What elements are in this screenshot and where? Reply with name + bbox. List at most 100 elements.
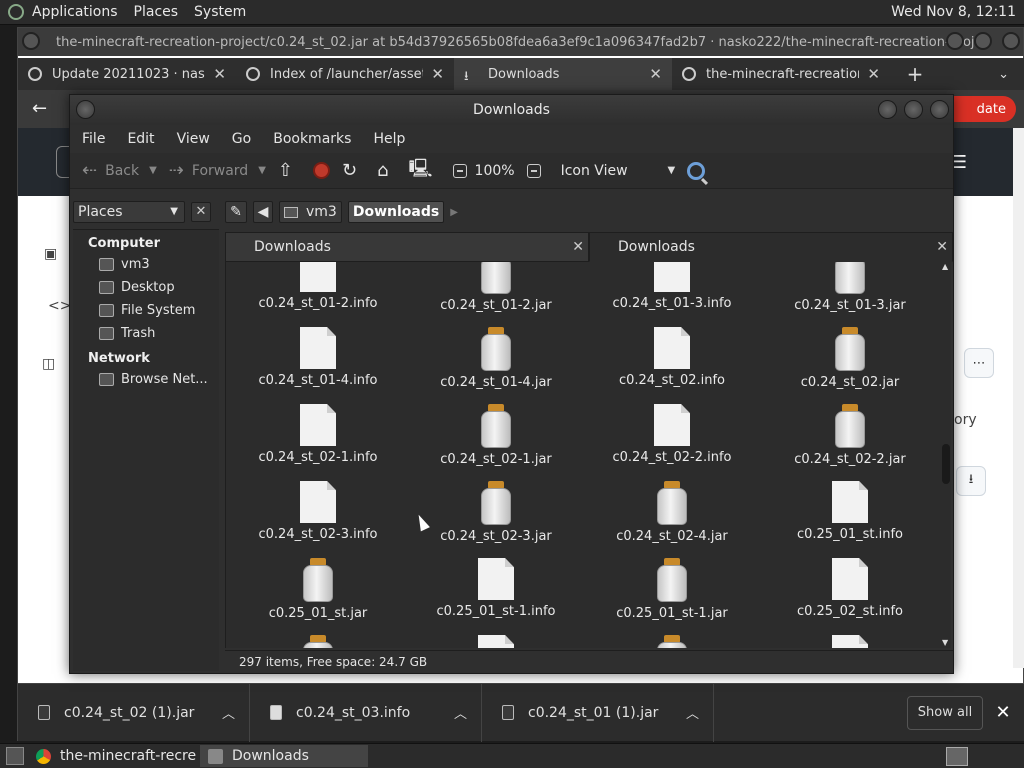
back-arrow-icon[interactable]: ← bbox=[32, 98, 47, 119]
file-item[interactable]: c0.24_st_02-1.info bbox=[229, 404, 407, 465]
close-button[interactable] bbox=[930, 100, 949, 119]
file-item[interactable]: c0.24_st_02-2.info bbox=[583, 404, 761, 465]
path-item-vm3[interactable]: vm3 bbox=[279, 201, 342, 223]
menu-edit[interactable]: Edit bbox=[119, 131, 162, 147]
task-browser[interactable]: the-minecraft-recre... bbox=[28, 745, 196, 767]
file-item[interactable]: c0.24_st_01-3.info bbox=[583, 262, 761, 311]
chevron-down-icon[interactable]: ▼ bbox=[258, 165, 266, 176]
up-button[interactable]: ⇧ bbox=[272, 156, 307, 186]
code-icon[interactable]: <> bbox=[48, 298, 71, 314]
maximize-button[interactable] bbox=[974, 32, 992, 50]
page-scrollbar[interactable] bbox=[1013, 128, 1024, 668]
computer-button[interactable]: 🖳 bbox=[403, 156, 447, 186]
chevron-up-icon[interactable]: ︿ bbox=[454, 703, 467, 722]
file-item[interactable]: c0.25_01_st-1.info bbox=[407, 558, 585, 619]
browser-tab-downloads[interactable]: ⭳ Downloads ✕ bbox=[454, 58, 672, 90]
sidebar-item-vm3[interactable]: vm3 bbox=[73, 253, 219, 276]
sidebar-type-select[interactable]: Places ▼ bbox=[73, 201, 185, 223]
file-item[interactable]: c0.24_st_01-2.info bbox=[229, 262, 407, 311]
edit-location-icon[interactable]: ✎ bbox=[225, 201, 247, 223]
close-button[interactable] bbox=[1002, 32, 1020, 50]
pull-request-icon[interactable]: ◫ bbox=[42, 356, 55, 372]
clock[interactable]: Wed Nov 8, 12:11 bbox=[891, 4, 1024, 20]
tab-close-icon[interactable]: ✕ bbox=[213, 65, 226, 83]
path-left-arrow-icon[interactable]: ◀ bbox=[253, 201, 273, 223]
stop-button[interactable] bbox=[307, 156, 336, 186]
path-item-downloads[interactable]: Downloads bbox=[347, 201, 445, 223]
file-item[interactable]: c0.24_st_01-4.info bbox=[229, 327, 407, 388]
scroll-down-icon[interactable]: ▼ bbox=[942, 638, 948, 647]
tab-close-icon[interactable]: ✕ bbox=[649, 65, 662, 83]
task-downloads[interactable]: Downloads bbox=[200, 745, 368, 767]
file-item[interactable]: c0.24_st_02-1.jar bbox=[407, 404, 585, 467]
menu-file[interactable]: File bbox=[74, 131, 113, 147]
file-item[interactable]: c0.24_st_02-3.jar bbox=[407, 481, 585, 544]
file-item[interactable]: c0.25_02_st.info bbox=[761, 558, 939, 619]
tab-close-icon[interactable]: ✕ bbox=[431, 65, 444, 83]
sidebar-item-trash[interactable]: Trash bbox=[73, 322, 219, 345]
file-item[interactable]: c0.24_st_01-2.jar bbox=[407, 262, 585, 313]
menu-bookmarks[interactable]: Bookmarks bbox=[265, 131, 359, 147]
file-item[interactable]: c0.24_st_02.info bbox=[583, 327, 761, 388]
chevron-up-icon[interactable]: ︿ bbox=[222, 703, 235, 722]
tab-downloads-1[interactable]: Downloads ✕ bbox=[225, 232, 589, 262]
workspace-switcher-icon[interactable] bbox=[946, 746, 968, 766]
file-item[interactable]: c0.25_01_st.info bbox=[761, 481, 939, 542]
tab-close-icon[interactable]: ✕ bbox=[572, 239, 584, 255]
minimize-button[interactable] bbox=[946, 32, 964, 50]
browser-tab-index[interactable]: Index of /launcher/assets/js ✕ bbox=[236, 58, 454, 90]
menu-go[interactable]: Go bbox=[224, 131, 259, 147]
file-item[interactable]: c0.25_01_st-1.jar bbox=[583, 558, 761, 621]
file-item[interactable]: c0.24_st_01-3.jar bbox=[761, 262, 939, 313]
download-item[interactable]: c0.24_st_01 (1).jar ︿ bbox=[482, 683, 714, 742]
new-tab-button[interactable]: + bbox=[900, 62, 930, 86]
file-item[interactable] bbox=[407, 635, 585, 648]
path-right-arrow-icon[interactable]: ▶ bbox=[450, 207, 458, 218]
vertical-scrollbar[interactable]: ▲ ▼ bbox=[941, 262, 951, 648]
search-button[interactable] bbox=[681, 156, 711, 186]
sidebar-item-browse-network[interactable]: Browse Net... bbox=[73, 368, 219, 391]
repo-icon[interactable]: ▣ bbox=[44, 246, 57, 262]
back-button[interactable]: ⇠ Back ▼ bbox=[76, 156, 163, 186]
menu-system[interactable]: System bbox=[186, 4, 254, 20]
tab-close-icon[interactable]: ✕ bbox=[867, 65, 880, 83]
scrollbar-thumb[interactable] bbox=[942, 444, 950, 484]
download-item[interactable]: c0.24_st_03.info ︿ bbox=[250, 683, 482, 742]
tab-search-chevron-icon[interactable]: ⌄ bbox=[998, 67, 1009, 82]
close-sidebar-icon[interactable]: ✕ bbox=[191, 202, 211, 222]
window-menu-button[interactable] bbox=[76, 100, 95, 119]
file-item[interactable]: c0.24_st_01-4.jar bbox=[407, 327, 585, 390]
chevron-up-icon[interactable]: ︿ bbox=[686, 703, 699, 722]
view-mode-select[interactable]: Icon View ▼ bbox=[555, 156, 682, 186]
menu-places[interactable]: Places bbox=[126, 4, 187, 20]
scroll-up-icon[interactable]: ▲ bbox=[942, 262, 948, 271]
zoom-out-button[interactable]: 100% bbox=[447, 156, 521, 186]
forward-button[interactable]: ⇢ Forward ▼ bbox=[163, 156, 272, 186]
file-item[interactable] bbox=[761, 635, 939, 648]
tab-close-icon[interactable]: ✕ bbox=[936, 239, 948, 255]
menu-view[interactable]: View bbox=[169, 131, 218, 147]
download-button[interactable]: ⭳ bbox=[956, 466, 986, 496]
file-item[interactable]: c0.24_st_02-4.jar bbox=[583, 481, 761, 544]
menu-applications[interactable]: Applications bbox=[24, 4, 126, 20]
tab-downloads-2[interactable]: Downloads ✕ bbox=[589, 232, 953, 262]
chevron-down-icon[interactable]: ▼ bbox=[149, 165, 157, 176]
file-item[interactable]: c0.24_st_02-3.info bbox=[229, 481, 407, 542]
close-icon[interactable]: ✕ bbox=[983, 702, 1023, 723]
distro-logo-icon[interactable] bbox=[8, 4, 24, 20]
browser-tab-update[interactable]: Update 20211023 · nasko22 ✕ bbox=[18, 58, 236, 90]
browser-tab-repo[interactable]: the-minecraft-recreation-p ✕ bbox=[672, 58, 890, 90]
reload-button[interactable]: ↻ bbox=[336, 156, 371, 186]
file-item[interactable] bbox=[229, 635, 407, 648]
download-item[interactable]: c0.24_st_02 (1).jar ︿ bbox=[18, 683, 250, 742]
more-options-button[interactable]: ⋯ bbox=[964, 348, 994, 378]
zoom-in-button[interactable] bbox=[521, 156, 555, 186]
file-item[interactable]: c0.25_01_st.jar bbox=[229, 558, 407, 621]
window-menu-button[interactable] bbox=[22, 32, 40, 50]
maximize-button[interactable] bbox=[904, 100, 923, 119]
file-item[interactable] bbox=[583, 635, 761, 648]
home-button[interactable]: ⌂ bbox=[371, 156, 402, 186]
sidebar-item-filesystem[interactable]: File System bbox=[73, 299, 219, 322]
file-item[interactable]: c0.24_st_02-2.jar bbox=[761, 404, 939, 467]
menu-help[interactable]: Help bbox=[365, 131, 413, 147]
